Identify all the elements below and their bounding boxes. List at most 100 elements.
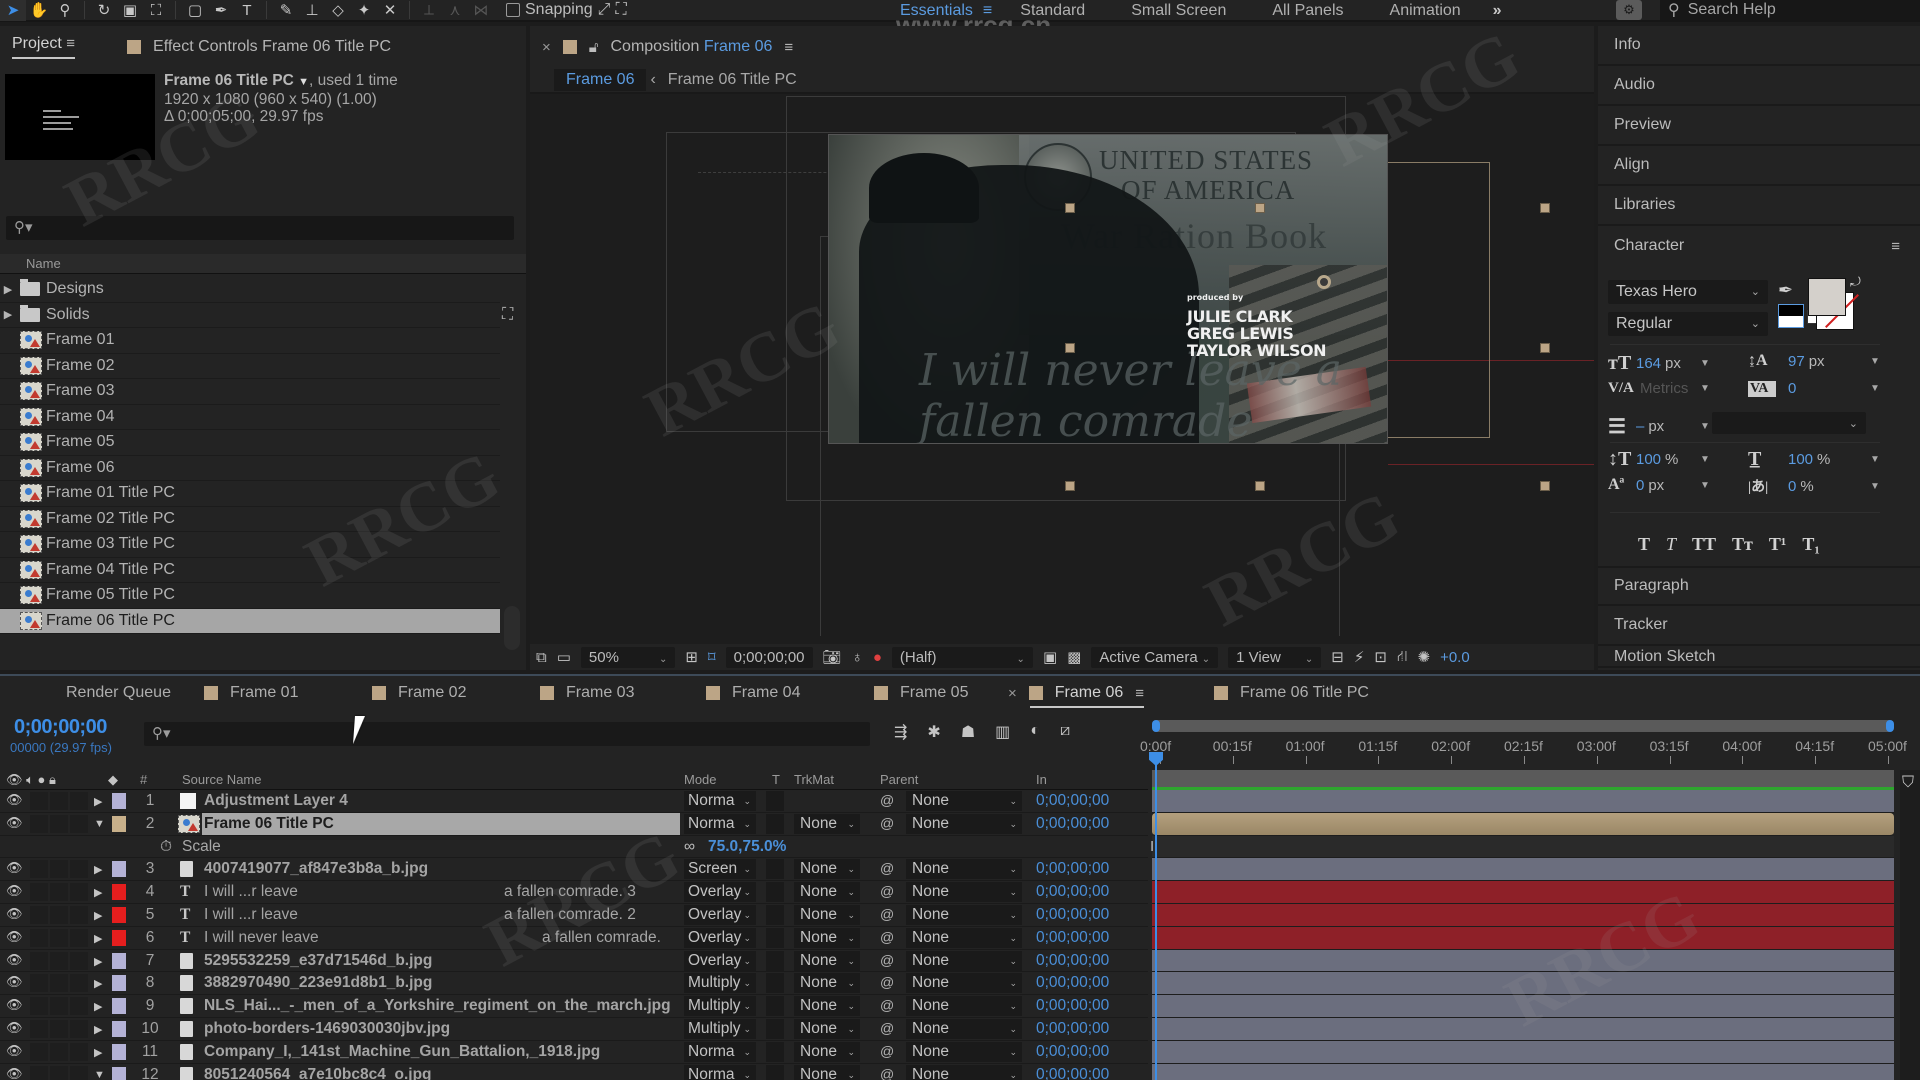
selection-tool-icon[interactable]: ➤ — [0, 0, 26, 21]
constrain-proportions-icon[interactable]: ∞ — [684, 838, 695, 856]
panel-info[interactable]: Info — [1598, 26, 1920, 66]
parent-pickwhip-icon[interactable]: @ — [880, 1020, 894, 1036]
transform-handle[interactable] — [1540, 343, 1550, 353]
graph-editor-icon[interactable]: ⧄ — [1060, 722, 1070, 742]
blend-mode-select[interactable]: Norma ⌄ — [684, 1064, 756, 1080]
layer-in-point[interactable]: 0;00;00;00 — [1036, 1066, 1109, 1080]
stroke-width-control[interactable]: ☰ – px ▼ — [1608, 414, 1710, 439]
layer-in-point[interactable]: 0;00;00;00 — [1036, 929, 1109, 947]
layer-label-color[interactable] — [112, 793, 126, 809]
eraser-tool-icon[interactable]: ◇ — [325, 0, 351, 21]
layer-row[interactable]: 👁︎ ▶ 11 Company_I,_141st_Machine_Gun_Battal… — [0, 1041, 1148, 1064]
layer-source-name[interactable]: Adjustment Layer 4 — [202, 790, 680, 812]
dropdown-arrow-icon[interactable]: ▼ — [1700, 454, 1710, 465]
visibility-eye-icon[interactable]: 👁︎ — [6, 974, 23, 990]
preserve-transparency-toggle[interactable] — [766, 1018, 784, 1039]
layer-in-point[interactable]: 0;00;00;00 — [1036, 1043, 1109, 1061]
project-item-comp[interactable]: Frame 01 — [0, 328, 500, 354]
layer-source-name[interactable]: 8051240564_a7e10bc8c4_o.jpg — [202, 1064, 680, 1080]
dropdown-arrow-icon[interactable]: ▼ — [1870, 454, 1880, 465]
solo-toggle[interactable] — [50, 1019, 68, 1038]
panel-motion-sketch[interactable]: Motion Sketch — [1598, 646, 1920, 668]
parent-pickwhip-icon[interactable]: @ — [880, 952, 894, 968]
layer-row[interactable]: 👁︎ ▶ 5 T I will ...r leave a fallen comrade. … — [0, 904, 1148, 927]
clone-stamp-tool-icon[interactable]: ⊥ — [299, 0, 325, 21]
layer-row[interactable]: 👁︎ ▶ 7 5295532259_e37d71546d_b.jpg Overlay ⌄ N… — [0, 950, 1148, 973]
preserve-transparency-toggle[interactable] — [766, 1041, 784, 1062]
timeline-toggle-icon[interactable]: ⊡ — [1374, 648, 1387, 666]
expand-triangle-icon[interactable]: ▶ — [94, 1000, 102, 1013]
layer-row[interactable]: 👁︎ ▶ 4 T I will ...r leave a fallen comrade. … — [0, 881, 1148, 904]
project-item-comp[interactable]: Frame 05 — [0, 430, 500, 456]
audio-toggle[interactable] — [30, 951, 48, 970]
layer-in-point[interactable]: 0;00;00;00 — [1036, 906, 1109, 924]
dropdown-arrow-icon[interactable]: ▼ — [1870, 383, 1880, 394]
parent-select[interactable]: None ⌄ — [906, 813, 1022, 834]
project-search-input[interactable]: ⚲▾ — [6, 216, 514, 240]
snap-features-icon[interactable]: ⛶ — [615, 1, 626, 19]
visibility-eye-icon[interactable]: 👁︎ — [6, 860, 23, 876]
solo-toggle[interactable] — [50, 792, 68, 810]
layer-label-color[interactable] — [112, 861, 126, 878]
swap-colors-icon[interactable]: ⤾ — [1850, 274, 1861, 290]
blend-mode-select[interactable]: Multiply ⌄ — [684, 996, 756, 1017]
lock-toggle[interactable] — [70, 1042, 88, 1061]
blend-mode-select[interactable]: Norma ⌄ — [684, 1041, 756, 1062]
solo-toggle[interactable] — [50, 860, 68, 879]
workspace-settings-icon[interactable]: ⚙ — [1616, 0, 1642, 20]
tracking-control[interactable]: VA 0 ▼ — [1748, 380, 1880, 397]
project-item-comp[interactable]: Frame 02 Title PC — [0, 507, 500, 532]
current-time-display[interactable]: 0;00;00;00 — [14, 716, 107, 739]
timeline-tab[interactable]: Frame 01 — [204, 684, 298, 702]
show-snapshot-icon[interactable]: ♁ — [852, 649, 863, 666]
dropdown-arrow-icon[interactable]: ▼ — [1700, 480, 1710, 491]
layer-in-point[interactable]: 0;00;00;00 — [1036, 952, 1109, 970]
work-area-bar[interactable] — [1152, 720, 1894, 732]
track-matte-select[interactable]: None ⌄ — [794, 927, 860, 948]
stroke-width-value[interactable]: – — [1636, 418, 1644, 435]
superscript-button[interactable]: T¹ — [1769, 534, 1786, 555]
track-matte-select[interactable]: None ⌄ — [794, 882, 860, 903]
draft-3d-icon[interactable]: ✱ — [927, 722, 940, 742]
project-item-comp[interactable]: Frame 06 Title PC — [0, 608, 500, 634]
preserve-transparency-toggle[interactable] — [766, 927, 784, 948]
solo-toggle[interactable] — [50, 1042, 68, 1061]
anchor-point-icon[interactable] — [1317, 275, 1331, 289]
audio-toggle[interactable] — [30, 997, 48, 1016]
layer-source-name[interactable]: NLS_Hai..._-_men_of_a_Yorkshire_regiment… — [202, 995, 680, 1017]
lock-toggle[interactable] — [70, 1019, 88, 1038]
font-family-select[interactable]: Texas Hero ⌄ — [1608, 280, 1768, 304]
vertical-scale-control[interactable]: ↕T 100 % ▼ — [1608, 448, 1710, 471]
layer-row[interactable]: 👁︎ ▼ 2 Frame 06 Title PC Norma ⌄ None ⌄ @ None ⌄ 0;… — [0, 812, 1148, 836]
workspace-all-panels[interactable]: All Panels — [1272, 2, 1343, 20]
track-matte-select[interactable]: None ⌄ — [794, 1041, 860, 1062]
layer-duration-bar[interactable] — [1152, 790, 1894, 813]
parent-pickwhip-icon[interactable]: @ — [880, 883, 894, 899]
baseline-shift-value[interactable]: 0 — [1636, 477, 1644, 494]
snapping-toggle[interactable]: Snapping ⤢ ⛶ — [506, 1, 627, 19]
solo-toggle[interactable] — [50, 974, 68, 993]
layer-source-name[interactable]: Company_I,_141st_Machine_Gun_Battalion,_… — [202, 1041, 680, 1063]
layer-source-name[interactable]: 5295532259_e37d71546d_b.jpg — [202, 950, 680, 972]
current-time-indicator[interactable] — [1155, 758, 1157, 1080]
tracking-value[interactable]: 0 — [1788, 380, 1796, 397]
lock-toggle[interactable] — [70, 792, 88, 810]
resolution-select[interactable]: (Half) ⌄ — [891, 646, 1033, 668]
fill-color-swatch[interactable] — [1808, 278, 1846, 316]
small-caps-button[interactable]: Tт — [1732, 534, 1753, 555]
layer-label-color[interactable] — [112, 884, 126, 901]
solo-toggle[interactable] — [50, 928, 68, 947]
lock-toggle[interactable] — [70, 860, 88, 879]
layer-label-color[interactable] — [112, 998, 126, 1015]
workspace-small-screen[interactable]: Small Screen — [1131, 2, 1226, 20]
lock-toggle[interactable] — [70, 951, 88, 970]
transform-handle[interactable] — [1255, 203, 1265, 213]
blend-mode-select[interactable]: Overlay ⌄ — [684, 904, 756, 925]
expand-triangle-icon[interactable]: ▶ — [94, 863, 102, 876]
lock-toggle[interactable] — [70, 974, 88, 993]
layer-source-name[interactable]: 4007419077_af847e3b8a_b.jpg — [202, 858, 680, 880]
parent-select[interactable]: None ⌄ — [906, 927, 1022, 948]
expand-triangle-icon[interactable]: ▶ — [94, 955, 102, 968]
track-matte-select[interactable]: None ⌄ — [794, 996, 860, 1017]
type-tool-icon[interactable]: T — [234, 0, 260, 21]
